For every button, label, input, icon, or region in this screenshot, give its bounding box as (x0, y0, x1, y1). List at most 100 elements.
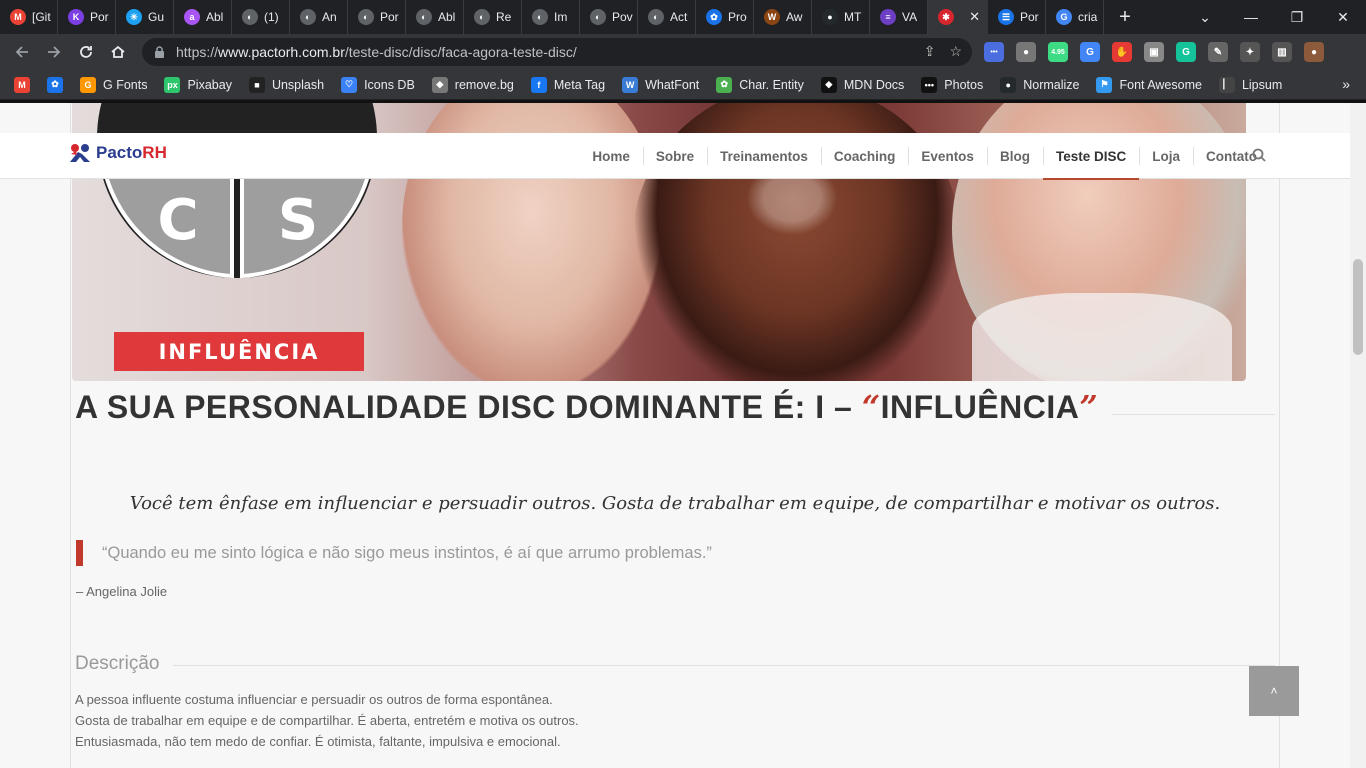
close-tab-icon[interactable]: ✕ (969, 9, 980, 25)
url-path: /teste-disc/disc/faca-agora-teste-disc/ (344, 44, 577, 60)
lock-icon (154, 46, 166, 58)
menu-item-teste-disc[interactable]: Teste DISC (1042, 133, 1140, 180)
bookmark-item[interactable]: f Meta Tag (530, 76, 605, 93)
extension-image-icon[interactable]: ▣ (1144, 42, 1164, 62)
tab-favicon-icon: ◐ (532, 9, 548, 25)
extension-grammarly-icon[interactable]: G (1176, 42, 1196, 62)
menu-item-treinamentos[interactable]: Treinamentos (707, 133, 821, 179)
tab-label: Pro (728, 10, 747, 24)
tab-active[interactable]: ✱ ✕ (928, 0, 988, 34)
browser-tab[interactable]: a Abl (174, 0, 232, 34)
menu-item-home[interactable]: Home (579, 133, 643, 179)
bookmark-item[interactable]: G G Fonts (80, 76, 147, 93)
browser-tab[interactable]: ✳ Gu (116, 0, 174, 34)
extension-adblock-icon[interactable]: ✋ (1112, 42, 1132, 62)
reload-button[interactable] (70, 34, 102, 70)
tab-label: Im (554, 10, 568, 24)
profile-avatar-icon[interactable]: ● (1304, 42, 1324, 62)
logo-text-rh: RH (142, 143, 167, 162)
share-icon[interactable]: ⇪ (924, 43, 936, 60)
bookmark-favicon-icon: M (14, 76, 30, 93)
sidebar-icon[interactable]: ▥ (1272, 42, 1292, 62)
forward-button[interactable] (38, 34, 70, 70)
browser-tab[interactable]: ◐ Act (638, 0, 696, 34)
browser-tab[interactable]: Gcria (1046, 0, 1104, 34)
bookmark-item[interactable]: ◆ remove.bg (431, 76, 514, 93)
browser-tab[interactable]: ◐ An (290, 0, 348, 34)
bookmark-item[interactable]: W WhatFont (622, 76, 700, 93)
bookmark-item[interactable]: ✿ Char. Entity (716, 76, 804, 93)
menu-item-blog[interactable]: Blog (986, 133, 1043, 179)
bookmark-item[interactable]: ▏ Lipsum (1218, 76, 1283, 93)
tab-label: cria (1078, 10, 1098, 24)
browser-tab[interactable]: M [Git (0, 0, 58, 34)
blockquote: “Quando eu me sinto lógica e não sigo me… (76, 540, 712, 566)
tab-search-chevron-icon[interactable]: ⌄ (1182, 0, 1228, 34)
browser-tab[interactable]: W Aw (754, 0, 812, 34)
home-icon (111, 45, 125, 58)
main-menu: Home Sobre Treinamentos Coaching Eventos Blog… (579, 133, 1270, 180)
back-to-top-button[interactable]: ˄ (1249, 666, 1299, 716)
bookmark-label: Unsplash (271, 77, 325, 92)
description-line: Entusiasmada, não tem medo de confiar. É… (75, 734, 561, 749)
bookmark-item[interactable]: ••• Photos (921, 76, 983, 93)
bookmark-star-icon[interactable]: ☆ (949, 43, 962, 60)
bookmark-favicon-icon: ● (1000, 76, 1017, 93)
bookmarks-more-button[interactable]: » (1342, 76, 1350, 92)
browser-tab[interactable]: ◐ Pov (580, 0, 638, 34)
close-window-button[interactable]: ✕ (1320, 0, 1366, 34)
tab-label: VA (902, 10, 918, 24)
tab-favicon-icon: a (184, 9, 200, 25)
browser-tab[interactable]: ☰ Por (988, 0, 1046, 34)
bookmark-label: WhatFont (645, 77, 700, 92)
restore-button[interactable]: ❐ (1274, 0, 1320, 34)
tab-label: Act (670, 10, 688, 24)
bookmark-item[interactable]: ■ Unsplash (248, 76, 325, 93)
tab-favicon-icon: ◐ (358, 9, 374, 25)
url-host: www.pactorh.com.br (218, 44, 345, 60)
menu-item-loja[interactable]: Loja (1139, 133, 1193, 179)
browser-tab[interactable]: ✿ Pro (696, 0, 754, 34)
bookmark-label: Char. Entity (739, 77, 804, 92)
address-bar[interactable]: https://www.pactorh.com.br/teste-disc/di… (142, 38, 972, 66)
browser-tab[interactable]: ◐ Im (522, 0, 580, 34)
bookmark-favicon-icon: ◆ (820, 76, 837, 93)
browser-tab[interactable]: ◐ Por (348, 0, 406, 34)
minimize-button[interactable]: — (1228, 0, 1274, 34)
extension-pen-icon[interactable]: ✎ (1208, 42, 1228, 62)
back-button[interactable] (6, 34, 38, 70)
extension-android-icon[interactable]: 4.95 (1048, 42, 1068, 62)
bookmark-label: remove.bg (454, 77, 514, 92)
browser-tab[interactable]: ≡ VA (870, 0, 928, 34)
extension-translate-icon[interactable]: G (1080, 42, 1100, 62)
bookmark-label: Lipsum (1241, 77, 1283, 92)
bookmark-item[interactable]: M (14, 76, 30, 93)
menu-item-coaching[interactable]: Coaching (820, 133, 909, 179)
bookmark-item[interactable]: ● Normalize (1000, 76, 1079, 93)
bookmark-item[interactable]: px Pixabay (164, 76, 232, 93)
bookmark-item[interactable]: ◆ MDN Docs (820, 76, 904, 93)
bookmark-favicon-icon: ■ (248, 76, 265, 93)
bookmark-favicon-icon: G (80, 76, 96, 93)
scrollbar-thumb[interactable] (1353, 259, 1363, 355)
bookmark-item[interactable]: ⚑ Font Awesome (1096, 76, 1202, 93)
tab-label: (1) (264, 10, 279, 24)
extension-dots-icon[interactable]: ••• (984, 42, 1004, 62)
browser-tab[interactable]: K Por (58, 0, 116, 34)
browser-tab[interactable]: ● MT (812, 0, 870, 34)
bookmark-item[interactable]: ✿ (47, 76, 63, 93)
search-icon[interactable] (1252, 148, 1266, 162)
site-logo[interactable]: PactoRH (68, 142, 167, 164)
extensions-puzzle-icon[interactable]: ✦ (1240, 42, 1260, 62)
menu-item-eventos[interactable]: Eventos (908, 133, 987, 179)
browser-tab[interactable]: ◐ Abl (406, 0, 464, 34)
browser-tab[interactable]: ◐ (1) (232, 0, 290, 34)
extension-ball-icon[interactable]: ● (1016, 42, 1036, 62)
new-tab-button[interactable]: + (1108, 0, 1142, 34)
menu-item-sobre[interactable]: Sobre (642, 133, 707, 179)
bookmark-favicon-icon: ▏ (1218, 76, 1235, 93)
browser-tab[interactable]: ◐ Re (464, 0, 522, 34)
page-scrollbar[interactable] (1350, 103, 1366, 768)
bookmark-item[interactable]: ♡ Icons DB (341, 76, 415, 93)
home-button[interactable] (102, 34, 134, 70)
